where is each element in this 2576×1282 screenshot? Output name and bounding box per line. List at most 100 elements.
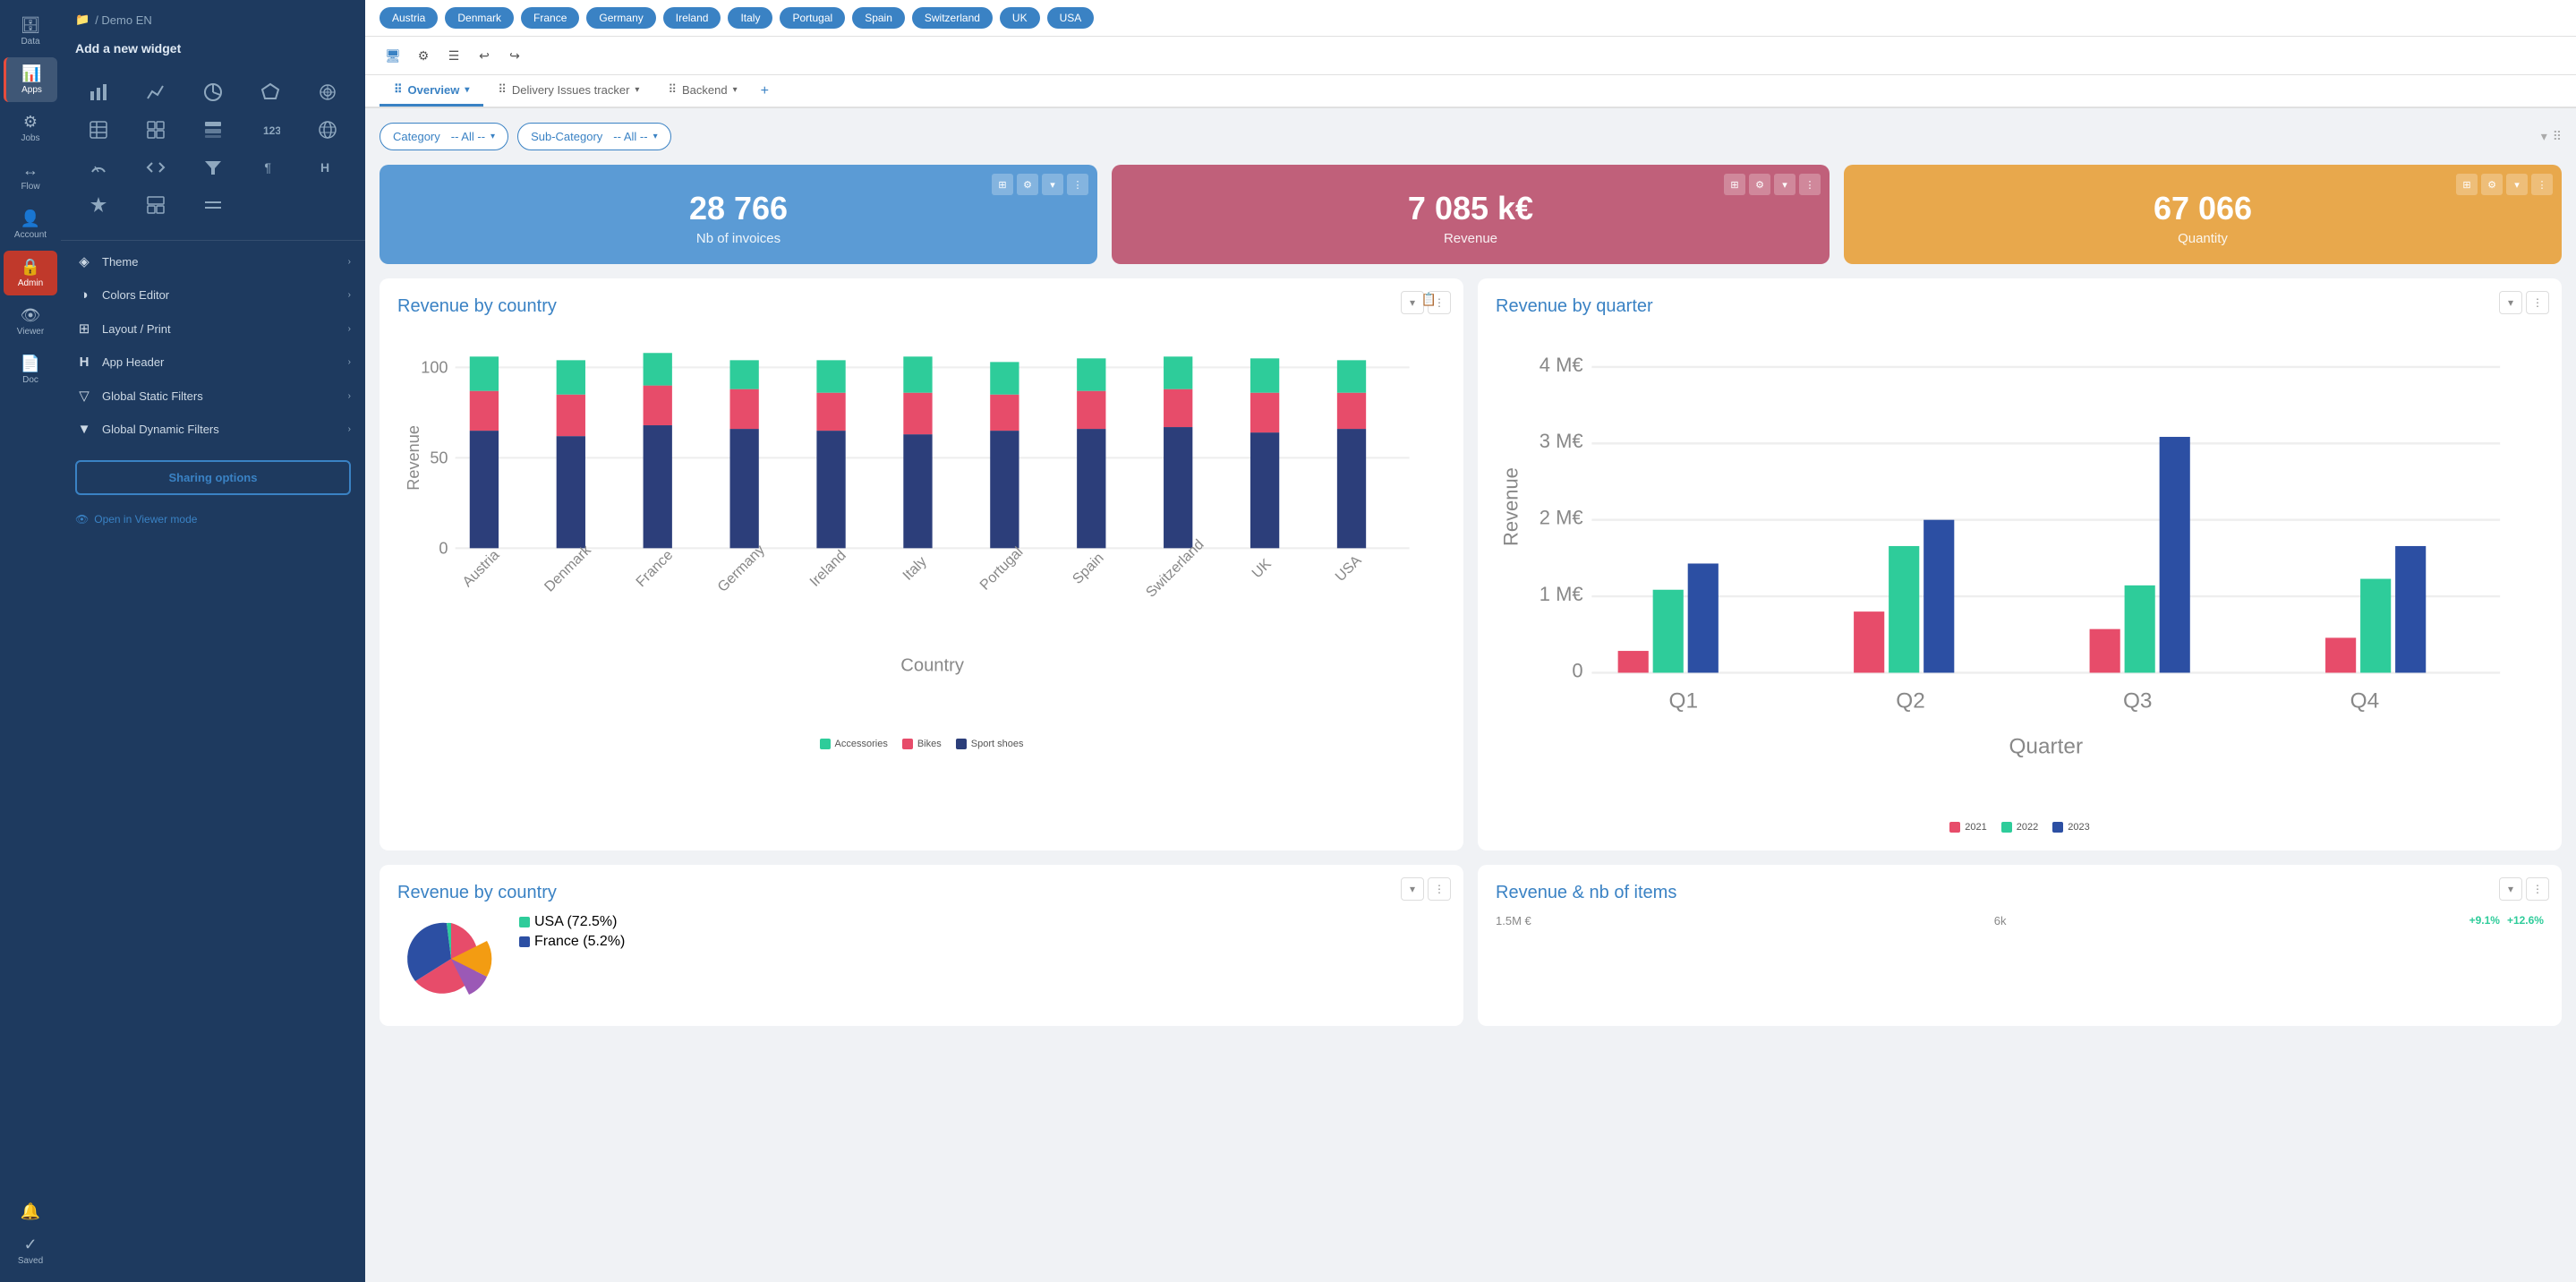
header-widget[interactable]: H (301, 150, 354, 184)
separator-widget[interactable] (186, 188, 240, 222)
quarter-chart-menu[interactable]: ⋮ (2526, 291, 2549, 314)
country-usa[interactable]: USA (1047, 7, 1095, 29)
sidebar-layout-print[interactable]: ⊞ Layout / Print › (61, 312, 365, 346)
colors-editor-arrow: › (348, 290, 351, 300)
add-widget-title: Add a new widget (61, 34, 365, 68)
radar-chart-widget[interactable] (243, 75, 297, 109)
kpi-invoices-value: 28 766 (689, 190, 788, 227)
gauge-widget[interactable] (72, 150, 125, 184)
sharing-options-button[interactable]: Sharing options (75, 460, 351, 495)
backend-chevron[interactable]: ▾ (733, 85, 738, 95)
grid-options-icon[interactable]: ⠿ (2553, 129, 2562, 144)
grid-widget[interactable] (186, 113, 240, 147)
nav-admin[interactable]: 🔒 Admin (4, 251, 57, 295)
overview-chevron[interactable]: ▾ (465, 85, 469, 95)
country-denmark[interactable]: Denmark (445, 7, 514, 29)
country-france[interactable]: France (521, 7, 579, 29)
sidebar-theme[interactable]: ◈ Theme › (61, 244, 365, 278)
nav-apps[interactable]: 📊 Apps (4, 57, 57, 102)
main-content: Austria Denmark France Germany Ireland I… (365, 0, 2576, 1282)
country-spain[interactable]: Spain (852, 7, 905, 29)
nav-saved[interactable]: ✓ Saved (4, 1228, 57, 1273)
kpi-table-btn[interactable]: ⊞ (992, 174, 1013, 195)
nav-doc[interactable]: 📄 Doc (4, 347, 57, 392)
kpi-revenue-menu-btn[interactable]: ⋮ (1799, 174, 1821, 195)
nav-notifications[interactable]: 🔔 (4, 1195, 57, 1228)
kpi-invoices-label: Nb of invoices (696, 231, 780, 246)
country-ireland[interactable]: Ireland (663, 7, 721, 29)
tab-delivery-issues[interactable]: ⠿ Delivery Issues tracker ▾ (483, 75, 653, 107)
line-chart-widget[interactable] (129, 75, 183, 109)
svg-text:Italy: Italy (900, 553, 930, 584)
settings-icon[interactable]: ⚙ (410, 42, 437, 69)
legend-bikes: Bikes (902, 739, 942, 749)
pie-chart-widget[interactable] (186, 75, 240, 109)
kpi-quantity-value: 67 066 (2154, 190, 2252, 227)
pie-menu-btn[interactable]: ⋮ (1428, 877, 1451, 901)
undo-icon[interactable]: ↩ (471, 42, 498, 69)
sidebar-app-header[interactable]: H App Header › (61, 346, 365, 379)
pie-collapse-btn[interactable]: ▾ (1401, 877, 1424, 901)
revenue-by-quarter-panel: ▾ ⋮ Revenue by quarter 4 M€ 3 M€ 2 M€ 1 … (1478, 278, 2562, 850)
add-tab-button[interactable]: + (752, 76, 778, 107)
legend-accessories: Accessories (820, 739, 888, 749)
kpi-settings-btn[interactable]: ⚙ (1017, 174, 1038, 195)
layout-widget[interactable] (129, 188, 183, 222)
table-widget[interactable] (72, 113, 125, 147)
kpi-quantity-chevron-btn[interactable]: ▾ (2506, 174, 2528, 195)
kpi-quantity-menu-btn[interactable]: ⋮ (2531, 174, 2553, 195)
bar-chart-widget[interactable] (72, 75, 125, 109)
kpi-quantity-settings-btn[interactable]: ⚙ (2481, 174, 2503, 195)
quarter-chart-collapse[interactable]: ▾ (2499, 291, 2522, 314)
country-uk[interactable]: UK (1000, 7, 1040, 29)
subcategory-filter[interactable]: Sub-Category -- All -- ▾ (517, 123, 671, 150)
svg-text:¶: ¶ (264, 160, 271, 175)
pivot-widget[interactable] (129, 113, 183, 147)
sliders-icon[interactable]: ☰ (440, 42, 467, 69)
nav-account[interactable]: 👤 Account (4, 202, 57, 247)
widget-grid: 123 ¶ H (61, 68, 365, 236)
nav-data[interactable]: 🗄 Data (4, 9, 57, 54)
nav-viewer[interactable]: 👁 Viewer (4, 299, 57, 344)
items-collapse-btn[interactable]: ▾ (2499, 877, 2522, 901)
collapse-icon[interactable]: ▾ (2541, 129, 2547, 144)
viewer-icon: 👁 (21, 306, 41, 325)
kpi-menu-btn[interactable]: ⋮ (1067, 174, 1088, 195)
nav-flow[interactable]: ↔ Flow (4, 154, 57, 199)
kpi-revenue-settings-btn[interactable]: ⚙ (1749, 174, 1770, 195)
redo-icon[interactable]: ↪ (501, 42, 528, 69)
tab-overview[interactable]: ⠿ Overview ▾ (380, 75, 483, 107)
download-icon[interactable]: 📋 (1421, 292, 1437, 306)
text-widget[interactable]: ¶ (243, 150, 297, 184)
kpi-revenue-actions: ⊞ ⚙ ▾ ⋮ (1724, 174, 1821, 195)
country-switzerland[interactable]: Switzerland (912, 7, 993, 29)
country-italy[interactable]: Italy (728, 7, 772, 29)
map-widget[interactable] (301, 113, 354, 147)
items-menu-btn[interactable]: ⋮ (2526, 877, 2549, 901)
kpi-quantity-table-btn[interactable]: ⊞ (2456, 174, 2478, 195)
number-widget[interactable]: 123 (243, 113, 297, 147)
open-viewer-link[interactable]: 👁 Open in Viewer mode (61, 509, 365, 540)
kpi-chevron-btn[interactable]: ▾ (1042, 174, 1063, 195)
country-germany[interactable]: Germany (586, 7, 655, 29)
sidebar-global-dynamic-filters[interactable]: ▼ Global Dynamic Filters › (61, 413, 365, 446)
kpi-revenue-table-btn[interactable]: ⊞ (1724, 174, 1745, 195)
kpi-revenue-chevron-btn[interactable]: ▾ (1774, 174, 1796, 195)
sidebar-colors-editor[interactable]: ◑ Colors Editor › (61, 278, 365, 312)
category-filter[interactable]: Category -- All -- ▾ (380, 123, 508, 150)
filter-widget[interactable] (186, 150, 240, 184)
breadcrumb: 📁 / Demo EN (61, 0, 365, 34)
delivery-chevron[interactable]: ▾ (635, 85, 639, 95)
event-widget[interactable] (72, 188, 125, 222)
monitor-icon[interactable]: 🖥 (380, 42, 406, 69)
tab-backend[interactable]: ⠿ Backend ▾ (653, 75, 751, 107)
nav-jobs[interactable]: ⚙ Jobs (4, 106, 57, 150)
sidebar-global-static-filters[interactable]: ▽ Global Static Filters › (61, 379, 365, 413)
sport-shoes-color (956, 739, 967, 749)
country-portugal[interactable]: Portugal (780, 7, 845, 29)
svg-text:0: 0 (1572, 659, 1582, 681)
country-austria[interactable]: Austria (380, 7, 438, 29)
code-widget[interactable] (129, 150, 183, 184)
revenue-country-pie-panel: ▾ ⋮ Revenue by country (380, 865, 1463, 1026)
spider-chart-widget[interactable] (301, 75, 354, 109)
